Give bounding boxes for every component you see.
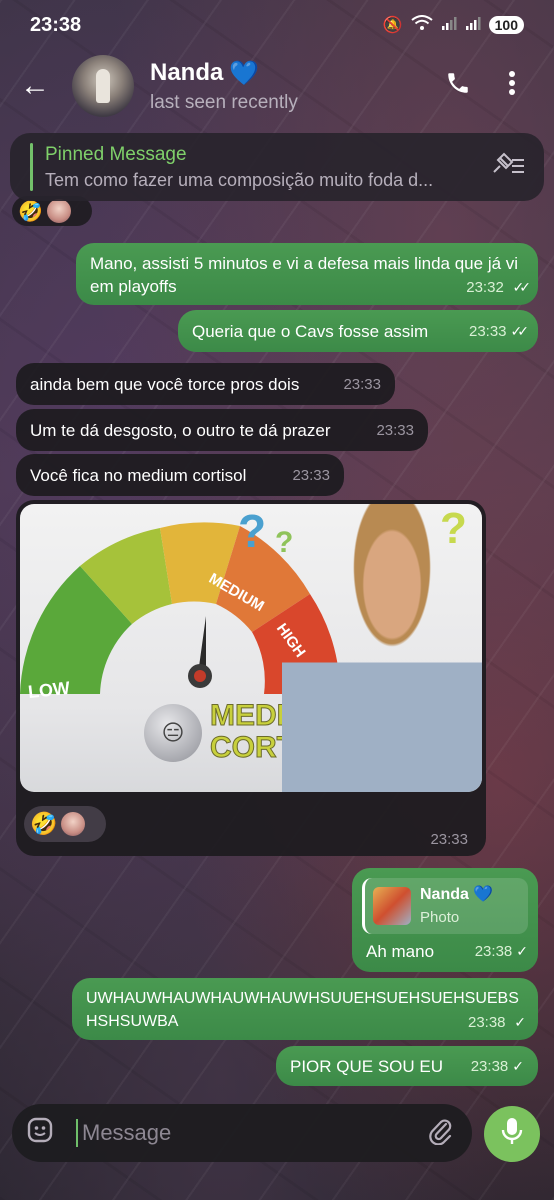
signal-icon-2	[465, 15, 481, 36]
message-bubble-outgoing[interactable]: Queria que o Cavs fosse assim 23:33 ✓✓	[178, 310, 538, 352]
status-icons: 🔕 100	[382, 14, 524, 36]
pinned-text: Tem como fazer uma composição muito foda…	[45, 169, 434, 190]
contact-name-text: Nanda	[150, 59, 224, 86]
attachment-paperclip-icon[interactable]	[422, 1115, 458, 1152]
signal-icon	[441, 15, 457, 36]
back-arrow-icon[interactable]: ←	[20, 69, 60, 103]
pinned-message-bar[interactable]: Pinned Message Tem como fazer uma compos…	[10, 133, 544, 201]
message-composer	[12, 1104, 472, 1162]
quote-type: Photo	[420, 909, 460, 926]
status-bar: 23:38 🔕 100	[0, 0, 554, 50]
pinned-content: Pinned Message Tem como fazer uma compos…	[45, 144, 488, 191]
question-mark-icon: ?	[275, 526, 294, 559]
contact-avatar[interactable]	[72, 55, 134, 117]
single-check-icon: ✓	[514, 1014, 526, 1030]
reaction-chip[interactable]: 🤣	[24, 806, 106, 842]
message-bubble-outgoing[interactable]: Mano, assisti 5 minutos e vi a defesa ma…	[76, 243, 538, 305]
reply-quote[interactable]: Nanda 💙 Photo	[362, 878, 528, 934]
reactor-avatar	[61, 812, 86, 836]
single-check-icon: ✓	[512, 1057, 524, 1074]
reactor-avatar	[46, 199, 71, 223]
message-time: 23:33	[292, 466, 330, 484]
sticker-emoji-icon[interactable]	[26, 1116, 66, 1151]
message-text: Ah mano	[366, 942, 435, 961]
question-mark-icon: ?	[440, 504, 467, 553]
meme-image[interactable]: LOW MEDIUM HIGH 😑 MEDIUM CORTISOL ? ? ?	[20, 504, 482, 792]
more-options-icon[interactable]	[490, 70, 534, 103]
wifi-icon	[411, 14, 433, 36]
message-bubble-incoming[interactable]: Você fica no medium cortisol 23:33	[16, 454, 344, 496]
microphone-icon	[501, 1117, 523, 1152]
message-time: 23:33	[376, 421, 414, 439]
mute-icon: 🔕	[382, 17, 403, 34]
double-check-icon: ✓✓	[510, 322, 530, 339]
phone-call-icon[interactable]	[436, 70, 480, 103]
message-text: Queria que o Cavs fosse assim	[192, 321, 429, 341]
message-bubble-outgoing[interactable]: PIOR QUE SOU EU 23:38 ✓	[276, 1046, 538, 1086]
image-message[interactable]: LOW MEDIUM HIGH 😑 MEDIUM CORTISOL ? ? ? …	[16, 500, 486, 856]
message-text: Mano, assisti 5 minutos e vi a defesa ma…	[90, 254, 519, 296]
chat-header: ← Nanda 💙 last seen recently	[0, 50, 554, 122]
voice-record-button[interactable]	[484, 1106, 540, 1162]
message-bubble-incoming[interactable]: Um te dá desgosto, o outro te dá prazer …	[16, 409, 428, 451]
contact-name: Nanda 💙	[150, 59, 418, 88]
status-time: 23:38	[30, 13, 82, 36]
single-check-icon: ✓	[516, 943, 528, 959]
text-caret	[76, 1119, 78, 1147]
quote-text: Nanda 💙 Photo	[420, 883, 493, 929]
battery-indicator: 100	[488, 16, 524, 34]
message-bubble-incoming[interactable]: ainda bem que você torce pros dois 23:33	[16, 363, 395, 405]
reply-message-bubble[interactable]: Nanda 💙 Photo Ah mano 23:38 ✓	[352, 868, 538, 972]
message-time: 23:38	[470, 1057, 509, 1075]
unpin-list-icon[interactable]	[488, 152, 528, 182]
message-time: 23:32	[466, 279, 504, 296]
pinned-indicator	[30, 143, 33, 191]
contact-last-seen: last seen recently	[150, 91, 298, 113]
message-time: 23:33	[343, 375, 381, 393]
message-time: 23:38	[474, 943, 513, 960]
message-time: 23:33	[430, 831, 468, 848]
message-bubble-outgoing[interactable]: UWHAUWHAUWHAUWHAUWHSUUEHSUEHSUEHSUEBSHSH…	[72, 978, 538, 1040]
quote-author: Nanda 💙	[420, 886, 494, 903]
message-text: PIOR QUE SOU EU	[290, 1056, 444, 1076]
message-input[interactable]	[82, 1120, 422, 1146]
message-time: 23:38	[467, 1014, 506, 1031]
contact-info[interactable]: Nanda 💙 last seen recently	[150, 59, 418, 114]
heart-emoji: 💙	[229, 59, 260, 87]
gauge-low-label: LOW	[27, 677, 71, 703]
message-time: 23:33	[468, 322, 507, 340]
pinned-title: Pinned Message	[45, 143, 187, 165]
message-text: Você fica no medium cortisol	[30, 465, 247, 485]
quoted-photo-thumbnail	[373, 887, 411, 925]
neutral-face-emoji: 😑	[144, 704, 202, 762]
laughing-emoji: 🤣	[30, 811, 58, 836]
message-text: ainda bem que você torce pros dois	[30, 374, 300, 394]
message-text: Um te dá desgosto, o outro te dá prazer	[30, 420, 331, 440]
double-check-icon: ✓✓	[512, 279, 532, 295]
question-mark-icon: ?	[238, 505, 267, 557]
laughing-emoji: 🤣	[18, 200, 43, 223]
